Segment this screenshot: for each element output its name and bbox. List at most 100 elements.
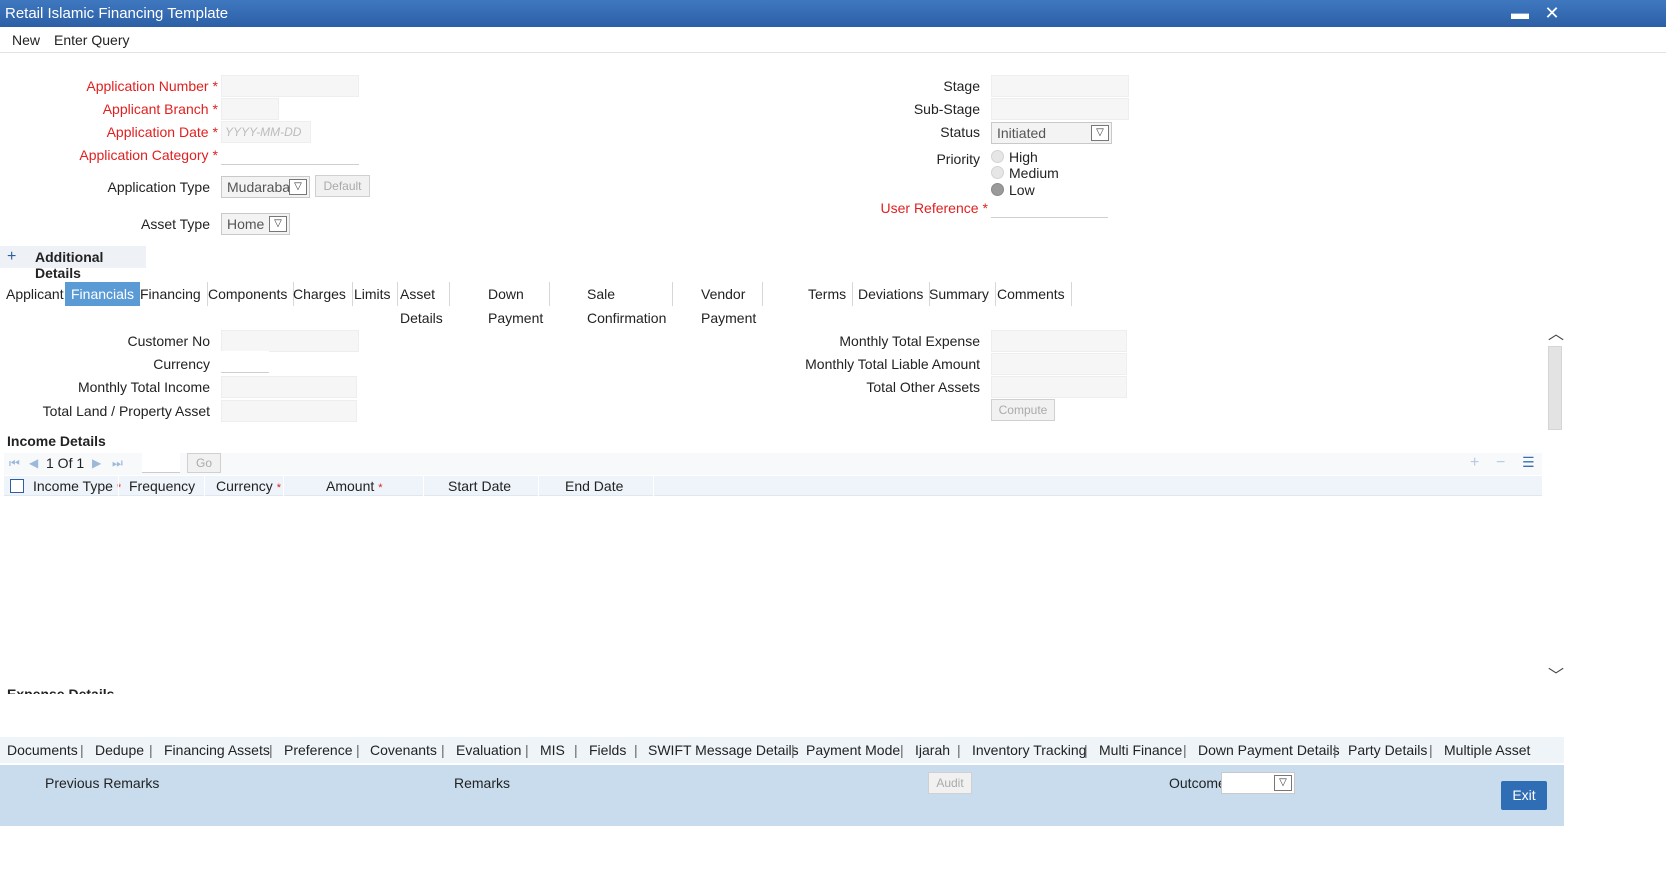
next-page-icon[interactable]: ▶ (92, 456, 101, 470)
tab-sale-confirmation[interactable]: Sale Confirmation (581, 282, 674, 326)
tab-financing[interactable]: Financing (134, 282, 208, 306)
application-date-field[interactable]: YYYY-MM-DD (221, 121, 311, 143)
link-covenants[interactable]: Covenants (370, 742, 437, 758)
priority-label: Priority (936, 151, 980, 167)
sub-stage-field[interactable] (991, 98, 1129, 120)
tab-summary[interactable]: Summary (923, 282, 996, 306)
link-documents[interactable]: Documents (7, 742, 78, 758)
customer-no-label: Customer No (127, 333, 210, 349)
monthly-total-liable-amount-label: Monthly Total Liable Amount (805, 356, 980, 372)
additional-details-bar[interactable]: + Additional Details (0, 246, 146, 281)
tab-deviations[interactable]: Deviations (852, 282, 931, 306)
monthly-total-expense-field[interactable] (991, 330, 1127, 352)
income-grid-toolbar: ⏮ ◀ 1 Of 1 ▶ ⏭ Go + − ☰ (4, 453, 1542, 475)
scrollbar-thumb[interactable] (1548, 346, 1562, 430)
application-category-field[interactable] (221, 143, 359, 165)
asset-type-label: Asset Type (140, 216, 210, 232)
tab-limits[interactable]: Limits (348, 282, 398, 306)
priority-high-radio[interactable] (991, 150, 1004, 163)
link-evaluation[interactable]: Evaluation (456, 742, 521, 758)
prev-page-icon[interactable]: ◀ (29, 456, 38, 470)
vertical-scrollbar[interactable]: ︿ ﹀ (1546, 314, 1564, 687)
link-multi-finance[interactable]: Multi Finance (1099, 742, 1182, 758)
previous-remarks-link[interactable]: Previous Remarks (45, 775, 159, 791)
application-number-field[interactable] (221, 75, 359, 97)
go-button[interactable]: Go (187, 453, 221, 473)
total-land-property-asset-field[interactable] (221, 400, 357, 422)
link-preference[interactable]: Preference (284, 742, 352, 758)
remarks-link[interactable]: Remarks (454, 775, 510, 791)
delete-row-icon[interactable]: − (1496, 454, 1505, 472)
last-page-icon[interactable]: ⏭ (112, 456, 123, 471)
monthly-total-income-field[interactable] (221, 376, 357, 398)
application-type-label: Application Type (107, 179, 210, 195)
link-down-payment-details[interactable]: Down Payment Details (1198, 742, 1340, 758)
compute-button[interactable]: Compute (991, 399, 1055, 421)
priority-medium-radio[interactable] (991, 166, 1004, 179)
col-amount[interactable]: Amount * (326, 478, 383, 494)
application-date-label: Application Date * (106, 124, 218, 140)
asset-type-select[interactable]: Home ▽ (221, 213, 290, 235)
menu-new[interactable]: New (12, 32, 40, 48)
user-reference-label: User Reference * (880, 200, 989, 216)
link-swift-message-details[interactable]: SWIFT Message Details (648, 742, 799, 758)
application-type-select[interactable]: Mudarabah ▽ (221, 176, 310, 198)
link-ijarah[interactable]: Ijarah (915, 742, 950, 758)
link-party-details[interactable]: Party Details (1348, 742, 1427, 758)
window-title: Retail Islamic Financing Template (5, 5, 229, 22)
col-income-type[interactable]: Income Type * (33, 478, 121, 494)
priority-high-label: High (1009, 149, 1038, 165)
currency-field[interactable] (221, 351, 269, 373)
tab-financials[interactable]: Financials (65, 282, 141, 306)
first-page-icon[interactable]: ⏮ (9, 456, 20, 471)
expand-icon[interactable]: + (7, 248, 16, 266)
menu-enter-query[interactable]: Enter Query (54, 32, 129, 48)
link-multiple-asset[interactable]: Multiple Asset (1444, 742, 1530, 758)
col-frequency[interactable]: Frequency (129, 478, 195, 494)
tab-down-payment[interactable]: Down Payment (482, 282, 551, 326)
monthly-total-liable-amount-field[interactable] (991, 353, 1127, 375)
minimize-icon[interactable]: ▬ (1508, 0, 1532, 27)
monthly-total-income-label: Monthly Total Income (77, 379, 210, 395)
sub-stage-label: Sub-Stage (913, 101, 980, 117)
col-end-date[interactable]: End Date (565, 478, 623, 494)
link-financing-assets[interactable]: Financing Assets (164, 742, 270, 758)
add-row-icon[interactable]: + (1470, 454, 1479, 472)
income-details-title: Income Details (7, 433, 106, 449)
default-button[interactable]: Default (315, 175, 370, 197)
user-reference-field[interactable] (991, 196, 1108, 218)
list-view-icon[interactable]: ☰ (1522, 454, 1535, 471)
tab-vendor-payment[interactable]: Vendor Payment (695, 282, 764, 326)
menu-bar: New Enter Query (0, 27, 1666, 53)
tab-applicant[interactable]: Applicant (0, 282, 71, 306)
applicant-branch-field[interactable] (221, 98, 279, 120)
link-payment-mode[interactable]: Payment Mode (806, 742, 900, 758)
tab-charges[interactable]: Charges (287, 282, 353, 306)
total-other-assets-field[interactable] (991, 376, 1127, 398)
tab-comments[interactable]: Comments (991, 282, 1072, 306)
tab-asset-details[interactable]: Asset Details (394, 282, 450, 326)
close-icon[interactable]: ✕ (1540, 0, 1564, 27)
customer-no-field[interactable] (221, 330, 359, 352)
link-fields[interactable]: Fields (589, 742, 626, 758)
additional-details-label: Additional Details (35, 249, 104, 281)
outcome-label: Outcome (1169, 775, 1226, 791)
scroll-up-icon[interactable]: ︿ (1548, 320, 1564, 344)
audit-button[interactable]: Audit (928, 772, 972, 794)
link-dedupe[interactable]: Dedupe (95, 742, 144, 758)
exit-button[interactable]: Exit (1501, 781, 1547, 810)
tab-terms[interactable]: Terms (802, 282, 854, 306)
tab-components[interactable]: Components (202, 282, 295, 306)
page-input[interactable] (142, 453, 180, 473)
stage-field[interactable] (991, 75, 1129, 97)
col-currency[interactable]: Currency * (216, 478, 281, 494)
status-select[interactable]: Initiated ▽ (991, 122, 1112, 144)
scroll-down-icon[interactable]: ﹀ (1548, 662, 1564, 686)
priority-low-radio[interactable] (991, 183, 1004, 196)
link-mis[interactable]: MIS (540, 742, 565, 758)
select-all-checkbox[interactable] (10, 479, 24, 493)
outcome-select[interactable]: ▽ (1221, 772, 1295, 794)
col-start-date[interactable]: Start Date (448, 478, 511, 494)
chevron-down-icon: ▽ (289, 179, 307, 195)
link-inventory-tracking[interactable]: Inventory Tracking (972, 742, 1086, 758)
